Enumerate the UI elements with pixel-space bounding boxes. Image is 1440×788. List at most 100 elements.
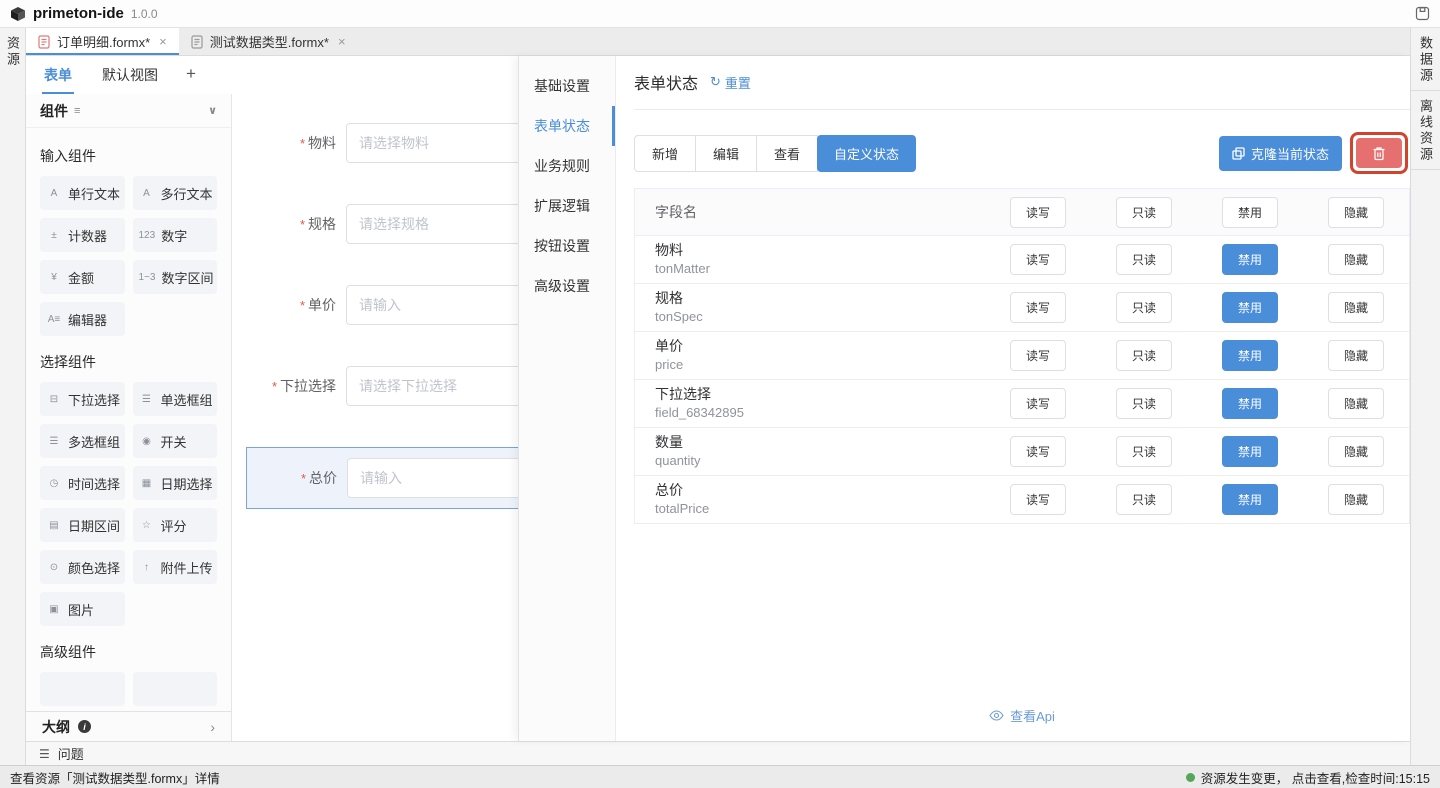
- component-item[interactable]: A≡编辑器: [40, 302, 125, 336]
- settings-menu-item[interactable]: 高级设置: [519, 266, 615, 306]
- component-item[interactable]: ▦日期选择: [133, 466, 218, 500]
- field-name-cell: 单价price: [635, 337, 985, 375]
- state-option-button[interactable]: 读写: [1010, 244, 1066, 275]
- component-item[interactable]: 123数字: [133, 218, 218, 252]
- close-icon[interactable]: ×: [159, 34, 167, 49]
- state-segment-button[interactable]: 查看: [756, 135, 818, 172]
- components-panel-header[interactable]: 组件 ≡ ∨: [26, 94, 231, 128]
- option-cell: 禁用: [1197, 292, 1303, 323]
- outline-section[interactable]: 大纲 i ›: [26, 711, 231, 741]
- state-option-button[interactable]: 只读: [1116, 292, 1172, 323]
- state-option-button[interactable]: 只读: [1116, 197, 1172, 228]
- state-option-button[interactable]: 读写: [1010, 484, 1066, 515]
- state-option-button[interactable]: 禁用: [1222, 244, 1278, 275]
- component-item[interactable]: ☰多选框组: [40, 424, 125, 458]
- state-option-button[interactable]: 禁用: [1222, 292, 1278, 323]
- settings-menu-item[interactable]: 扩展逻辑: [519, 186, 615, 226]
- reset-link[interactable]: ↻ 重置: [710, 73, 751, 92]
- component-item[interactable]: ↑附件上传: [133, 550, 218, 584]
- view-tab[interactable]: 默认视图: [100, 55, 160, 95]
- component-item[interactable]: ◷时间选择: [40, 466, 125, 500]
- component-item[interactable]: ▣图片: [40, 592, 125, 626]
- view-tab[interactable]: 表单: [42, 55, 74, 95]
- chevron-down-icon[interactable]: ∨: [208, 104, 217, 117]
- state-segment-button[interactable]: 新增: [634, 135, 696, 172]
- state-option-button[interactable]: 只读: [1116, 244, 1172, 275]
- editor-tab[interactable]: 测试数据类型.formx*×: [179, 28, 358, 55]
- problems-bar[interactable]: ☰ 问题: [26, 741, 1410, 765]
- component-item[interactable]: ⊟下拉选择: [40, 382, 125, 416]
- state-option-button[interactable]: 只读: [1116, 484, 1172, 515]
- state-option-button[interactable]: 只读: [1116, 340, 1172, 371]
- settings-menu-item[interactable]: 表单状态: [519, 106, 615, 146]
- component-item-label: 多选框组: [68, 432, 120, 451]
- state-option-button[interactable]: 隐藏: [1328, 197, 1384, 228]
- state-option-button[interactable]: 禁用: [1222, 436, 1278, 467]
- settings-menu-item[interactable]: 业务规则: [519, 146, 615, 186]
- field-name-cell: 总价totalPrice: [635, 481, 985, 519]
- component-item[interactable]: 1~3数字区间: [133, 260, 218, 294]
- component-item[interactable]: ¥金额: [40, 260, 125, 294]
- state-option-button[interactable]: 读写: [1010, 340, 1066, 371]
- field-code: tonSpec: [655, 308, 985, 326]
- component-item[interactable]: ☆评分: [133, 508, 218, 542]
- status-right-notice[interactable]: 资源发生变更， 点击查看,检查时间:15:15: [1186, 768, 1430, 787]
- state-option-button[interactable]: 隐藏: [1328, 340, 1384, 371]
- component-item-label: 日期区间: [68, 516, 120, 535]
- right-rail-label: 离线资源: [1416, 99, 1435, 163]
- settings-drawer: 基础设置表单状态业务规则扩展逻辑按钮设置高级设置 表单状态 ↻ 重置 新增编辑查…: [518, 56, 1410, 741]
- required-asterisk: *: [272, 379, 277, 394]
- menu-icon: ≡: [74, 105, 80, 117]
- component-item-label: 计数器: [68, 226, 107, 245]
- component-item[interactable]: [40, 672, 125, 706]
- component-item[interactable]: A多行文本: [133, 176, 218, 210]
- option-cell: 只读: [1091, 436, 1197, 467]
- left-rail-resources[interactable]: 资源: [0, 28, 26, 765]
- table-header-option-cell: 只读: [1091, 197, 1197, 228]
- status-dot-icon: [1186, 773, 1195, 782]
- state-segment-button[interactable]: 自定义状态: [817, 135, 916, 172]
- editor-tab[interactable]: 订单明细.formx*×: [26, 28, 179, 55]
- component-section-title: 选择组件: [40, 352, 217, 372]
- add-view-button[interactable]: +: [186, 64, 196, 86]
- state-option-button[interactable]: 隐藏: [1328, 292, 1384, 323]
- delete-state-button[interactable]: [1356, 138, 1402, 168]
- center-column: 订单明细.formx*×测试数据类型.formx*× 表单默认视图 + 组件 ≡ …: [26, 28, 1410, 765]
- component-item-label: 单选框组: [161, 390, 213, 409]
- component-item[interactable]: ▤日期区间: [40, 508, 125, 542]
- clone-current-state-button[interactable]: 克隆当前状态: [1219, 136, 1342, 171]
- settings-menu-item[interactable]: 按钮设置: [519, 226, 615, 266]
- settings-menu-item[interactable]: 基础设置: [519, 66, 615, 106]
- state-option-button[interactable]: 隐藏: [1328, 436, 1384, 467]
- state-option-button[interactable]: 隐藏: [1328, 484, 1384, 515]
- close-icon[interactable]: ×: [338, 34, 346, 49]
- save-icon[interactable]: [1415, 6, 1430, 21]
- state-option-button[interactable]: 读写: [1010, 436, 1066, 467]
- view-api-link[interactable]: 查看Api: [989, 706, 1055, 725]
- state-option-button[interactable]: 只读: [1116, 388, 1172, 419]
- component-item[interactable]: A单行文本: [40, 176, 125, 210]
- state-option-button[interactable]: 读写: [1010, 388, 1066, 419]
- option-cell: 禁用: [1197, 244, 1303, 275]
- state-segment-button[interactable]: 编辑: [695, 135, 757, 172]
- component-item[interactable]: ±计数器: [40, 218, 125, 252]
- component-item[interactable]: ⊙颜色选择: [40, 550, 125, 584]
- right-rail-item[interactable]: 数据源: [1411, 28, 1440, 91]
- state-option-button[interactable]: 禁用: [1222, 484, 1278, 515]
- state-option-button[interactable]: 只读: [1116, 436, 1172, 467]
- state-option-button[interactable]: 禁用: [1222, 340, 1278, 371]
- component-item[interactable]: ☰ 单选框组: [133, 382, 218, 416]
- state-option-button[interactable]: 禁用: [1222, 388, 1278, 419]
- component-item[interactable]: [133, 672, 218, 706]
- app-logo-icon: [10, 6, 26, 22]
- list-icon: ☰: [39, 747, 50, 761]
- state-option-button[interactable]: 禁用: [1222, 197, 1278, 228]
- state-option-button[interactable]: 隐藏: [1328, 244, 1384, 275]
- component-item[interactable]: ◉开关: [133, 424, 218, 458]
- state-option-button[interactable]: 读写: [1010, 197, 1066, 228]
- editor-area: 表单默认视图+ 组件 ≡ ∨ 输入组件A单行文本A多行文本±计数器123数字¥金…: [26, 56, 1410, 741]
- right-rail-item[interactable]: 离线资源: [1411, 91, 1440, 170]
- state-option-button[interactable]: 隐藏: [1328, 388, 1384, 419]
- state-option-button[interactable]: 读写: [1010, 292, 1066, 323]
- radio-group-icon: ☰: [139, 394, 155, 405]
